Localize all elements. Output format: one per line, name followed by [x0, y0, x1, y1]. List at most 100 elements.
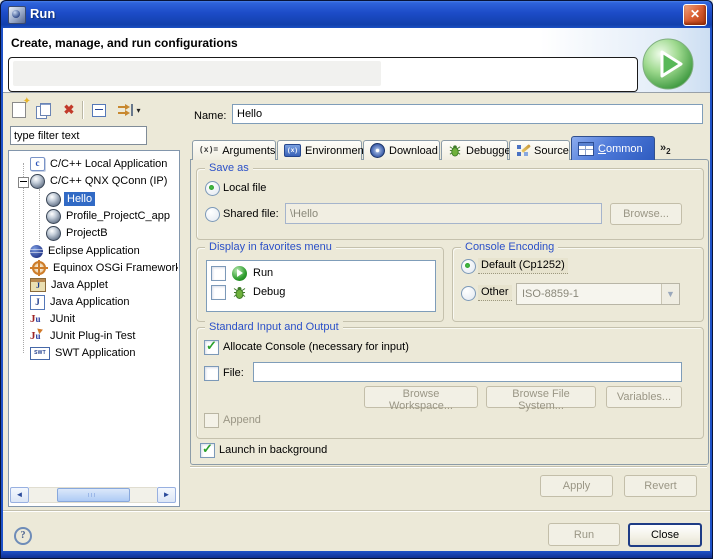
encoding-combo: ISO-8859-1 ▼	[516, 283, 680, 305]
title-bar[interactable]: Run	[0, 0, 713, 28]
revert-button: Revert	[624, 475, 697, 497]
favorites-item-debug[interactable]: Debug	[211, 284, 433, 300]
delete-icon	[64, 102, 75, 118]
file-input[interactable]	[253, 362, 682, 382]
filter-input[interactable]	[10, 126, 147, 145]
tree-item-label: JUnit	[48, 313, 77, 325]
tab-overflow-chevron[interactable]: »2	[660, 142, 671, 156]
tab-debugger[interactable]: Debugger	[441, 140, 508, 160]
tree-item-label: Java Applet	[49, 279, 110, 291]
arguments-icon	[199, 143, 218, 159]
tree-item-label: C/C++ Local Application	[48, 158, 169, 170]
browse-workspace-button: Browse Workspace...	[364, 386, 478, 408]
close-window-button[interactable]	[683, 4, 707, 26]
filter-button[interactable]: ▾	[112, 100, 146, 120]
collapse-all-button[interactable]	[88, 100, 110, 120]
download-icon	[370, 143, 385, 158]
common-icon	[578, 142, 594, 156]
tab-environment[interactable]: Environment	[277, 140, 362, 160]
append-checkbox	[204, 413, 219, 428]
run-icon	[232, 266, 247, 281]
append-label: Append	[223, 413, 261, 427]
qnx-target-icon	[46, 209, 61, 224]
file-label: File:	[223, 366, 244, 380]
tree-item-hello[interactable]: Hello	[10, 191, 178, 207]
encoding-combo-value: ISO-8859-1	[517, 288, 661, 300]
tab-common[interactable]: Common	[571, 136, 655, 160]
tree-item-label: Equinox OSGi Framework	[51, 262, 178, 274]
tree-item-junit[interactable]: JUnit	[10, 311, 178, 327]
configurations-tree: C/C++ Local Application C/C++ QNX QConn …	[8, 150, 180, 507]
save-as-group-title: Save as	[205, 161, 253, 175]
tab-source[interactable]: Source	[509, 140, 570, 160]
scroll-left-button[interactable]: ◄	[10, 487, 29, 503]
variables-button: Variables...	[606, 386, 682, 408]
scrollbar-track[interactable]	[29, 487, 157, 503]
java-application-icon	[30, 295, 45, 310]
allocate-console-checkbox[interactable]	[204, 340, 219, 355]
tree-item-label: Java Application	[48, 296, 132, 308]
tab-arguments[interactable]: Arguments	[192, 140, 276, 160]
shared-file-radio[interactable]	[205, 207, 220, 222]
tab-download[interactable]: Download	[363, 140, 440, 160]
tree-item-profile-projectc[interactable]: Profile_ProjectC_app	[10, 208, 178, 224]
tab-label: Download	[389, 145, 438, 157]
tree-item-cpp-local-application[interactable]: C/C++ Local Application	[10, 156, 178, 172]
local-file-radio[interactable]	[205, 181, 220, 196]
dropdown-caret-icon: ▾	[136, 106, 140, 115]
header-title: Create, manage, and run configurations	[11, 36, 238, 50]
favorites-item-label: Run	[253, 267, 273, 279]
scrollbar-thumb[interactable]	[57, 488, 129, 502]
launch-in-background-checkbox[interactable]	[200, 443, 215, 458]
tree-item-label: C/C++ QNX QConn (IP)	[48, 175, 169, 187]
tree-item-label: JUnit Plug-in Test	[48, 330, 137, 342]
file-checkbox[interactable]	[204, 366, 219, 381]
encoding-default-radio[interactable]	[461, 259, 476, 274]
message-area-redacted	[13, 61, 381, 86]
close-button[interactable]: Close	[628, 523, 702, 547]
help-button[interactable]: ?	[14, 527, 32, 545]
encoding-other-label: Other	[478, 285, 512, 301]
run-checkbox[interactable]	[211, 266, 226, 281]
qnx-target-icon	[46, 226, 61, 241]
tree-item-label-selected: Hello	[64, 192, 95, 206]
local-file-label: Local file	[223, 181, 266, 195]
tree-item-java-applet[interactable]: Java Applet	[10, 277, 178, 293]
tab-label: Debugger	[466, 145, 514, 157]
scroll-right-button[interactable]: ►	[157, 487, 176, 503]
plugin-decoration-icon	[37, 328, 47, 334]
junit-plugin-icon	[30, 330, 45, 343]
source-icon	[516, 144, 530, 157]
tree-item-junit-plugin-test[interactable]: JUnit Plug-in Test	[10, 328, 178, 344]
equinox-osgi-icon	[32, 261, 46, 275]
tree-item-equinox-osgi[interactable]: Equinox OSGi Framework	[10, 260, 178, 276]
overflow-count: 2	[666, 147, 670, 156]
run-banner-icon	[641, 37, 695, 94]
new-configuration-icon	[12, 102, 26, 118]
toolbar-separator	[82, 101, 83, 119]
tree-item-label: SWT Application	[53, 347, 138, 359]
tab-label: Source	[534, 145, 569, 157]
name-input[interactable]	[232, 104, 703, 124]
new-configuration-button[interactable]	[8, 100, 30, 120]
tree-item-eclipse-application[interactable]: Eclipse Application	[10, 243, 178, 259]
delete-configuration-button[interactable]	[58, 100, 80, 120]
horizontal-scrollbar[interactable]: ◄ ►	[10, 487, 176, 503]
dialog-header: Create, manage, and run configurations	[3, 28, 710, 93]
tree-item-java-application[interactable]: Java Application	[10, 294, 178, 310]
console-encoding-group-title: Console Encoding	[461, 240, 558, 254]
dialog-separator	[3, 510, 710, 511]
window-frame-bottom	[0, 551, 713, 559]
shared-file-input	[285, 203, 602, 224]
tree-item-swt-application[interactable]: SWT Application	[10, 345, 178, 361]
collapse-all-icon	[92, 104, 106, 117]
encoding-other-radio[interactable]	[461, 286, 476, 301]
tree-item-label: Profile_ProjectC_app	[64, 210, 172, 222]
favorites-item-run[interactable]: Run	[211, 265, 433, 281]
tree-item-cpp-qnx-qconn[interactable]: C/C++ QNX QConn (IP)	[10, 173, 178, 189]
tree-item-projectb[interactable]: ProjectB	[10, 225, 178, 241]
debug-checkbox[interactable]	[211, 285, 226, 300]
tree-expand-toggle[interactable]	[18, 177, 29, 188]
duplicate-configuration-button[interactable]	[33, 100, 55, 120]
browse-shared-button: Browse...	[610, 203, 682, 225]
